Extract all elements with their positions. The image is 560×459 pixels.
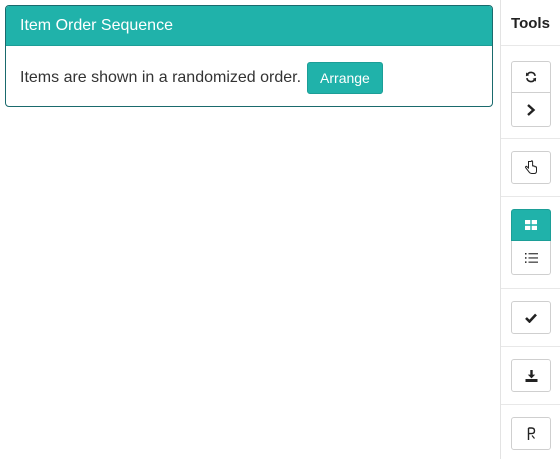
page: Item Order Sequence Items are shown in a… xyxy=(0,0,560,459)
separator xyxy=(501,196,560,197)
grid-view-button[interactable] xyxy=(511,209,551,241)
download-button[interactable] xyxy=(511,359,551,392)
separator xyxy=(501,404,560,405)
parser-icon xyxy=(526,426,536,441)
parser-button[interactable] xyxy=(511,417,551,450)
hand-pointer-icon xyxy=(524,160,538,175)
grid-icon xyxy=(525,220,537,230)
refresh-icon xyxy=(525,71,537,83)
panel-body: Items are shown in a randomized order. A… xyxy=(6,46,492,106)
chevron-right-icon xyxy=(526,103,536,116)
check-button[interactable] xyxy=(511,301,551,334)
list-icon xyxy=(524,252,538,264)
check-icon xyxy=(525,313,537,323)
item-order-panel: Item Order Sequence Items are shown in a… xyxy=(5,5,493,107)
refresh-button[interactable] xyxy=(511,61,551,93)
arrange-button[interactable]: Arrange xyxy=(307,62,383,94)
next-button[interactable] xyxy=(511,93,551,127)
tools-title: Tools xyxy=(501,0,560,46)
panel-title: Item Order Sequence xyxy=(6,6,492,46)
separator xyxy=(501,346,560,347)
tools-sidebar: Tools xyxy=(500,0,560,459)
list-view-button[interactable] xyxy=(511,241,551,275)
download-icon xyxy=(525,369,538,382)
separator xyxy=(501,138,560,139)
separator xyxy=(501,288,560,289)
panel-message: Items are shown in a randomized order. xyxy=(20,69,302,86)
select-button[interactable] xyxy=(511,151,551,184)
